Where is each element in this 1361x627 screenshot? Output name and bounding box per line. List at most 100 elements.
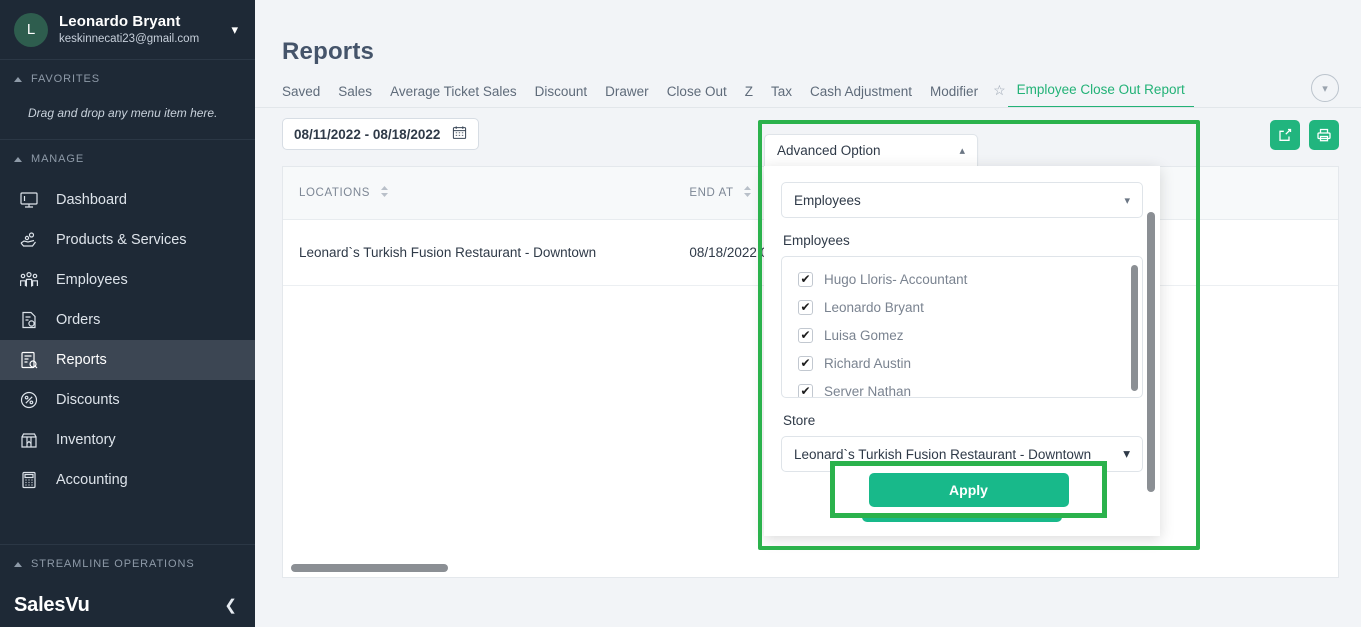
sidebar-item-label: Employees xyxy=(56,272,128,288)
tab-close-out[interactable]: Close Out xyxy=(658,84,736,108)
calendar-icon[interactable] xyxy=(452,125,467,143)
employee-name: Richard Austin xyxy=(824,356,911,371)
report-tabs: Saved Sales Average Ticket Sales Discoun… xyxy=(255,66,1361,108)
triangle-up-icon xyxy=(14,77,22,82)
app-root: L Leonardo Bryant keskinnecati23@gmail.c… xyxy=(0,0,1361,627)
tab-employee-close-out-report[interactable]: Employee Close Out Report xyxy=(1008,82,1194,108)
sidebar-item-dashboard[interactable]: Dashboard xyxy=(0,180,255,220)
sidebar-item-label: Discounts xyxy=(56,392,120,408)
checkbox[interactable]: ✔ xyxy=(798,328,813,343)
tab-average-ticket-sales[interactable]: Average Ticket Sales xyxy=(381,84,526,108)
chevron-down-icon[interactable]: ▾ xyxy=(231,22,241,38)
sidebar-item-label: Dashboard xyxy=(56,192,127,208)
store-label: Store xyxy=(783,413,1143,428)
tab-discount[interactable]: Discount xyxy=(526,84,597,108)
employee-name: Luisa Gomez xyxy=(824,328,904,343)
employee-name: Hugo Lloris- Accountant xyxy=(824,272,967,287)
star-outline-icon[interactable]: ☆ xyxy=(987,82,1008,108)
sidebar-item-label: Reports xyxy=(56,352,107,368)
order-document-icon xyxy=(18,309,40,331)
checkbox[interactable]: ✔ xyxy=(798,384,813,399)
employees-label: Employees xyxy=(783,233,1143,248)
chevron-left-icon[interactable]: ❮ xyxy=(224,596,237,614)
apply-button[interactable]: Apply xyxy=(869,473,1069,507)
report-search-icon xyxy=(18,349,40,371)
sidebar-user-header[interactable]: L Leonardo Bryant keskinnecati23@gmail.c… xyxy=(0,0,255,60)
filter-type-select[interactable]: Employees ▾ xyxy=(781,182,1143,218)
sidebar-section-favorites-label: FAVORITES xyxy=(31,73,100,85)
sidebar: L Leonardo Bryant keskinnecati23@gmail.c… xyxy=(0,0,255,627)
toolbar-actions xyxy=(1270,120,1339,150)
store-box-icon xyxy=(18,429,40,451)
sidebar-item-discounts[interactable]: Discounts xyxy=(0,380,255,420)
sidebar-item-reports[interactable]: Reports xyxy=(0,340,255,380)
avatar: L xyxy=(14,13,48,47)
chevron-down-icon: ▾ xyxy=(1123,446,1130,462)
sort-arrows-icon[interactable] xyxy=(380,185,389,201)
tab-sales[interactable]: Sales xyxy=(329,84,381,108)
sidebar-item-label: Orders xyxy=(56,312,100,328)
sidebar-item-orders[interactable]: Orders xyxy=(0,300,255,340)
filter-type-value: Employees xyxy=(794,193,861,208)
sort-arrows-icon[interactable] xyxy=(743,185,752,201)
employee-option[interactable]: ✔ Leonardo Bryant xyxy=(782,293,1142,321)
sidebar-section-favorites[interactable]: FAVORITES xyxy=(0,60,255,98)
sidebar-item-employees[interactable]: Employees xyxy=(0,260,255,300)
date-range-picker[interactable]: 08/11/2022 - 08/18/2022 xyxy=(282,118,479,150)
apply-button-highlight: Apply xyxy=(830,461,1107,518)
tab-drawer[interactable]: Drawer xyxy=(596,84,658,108)
employees-checkbox-list: ✔ Hugo Lloris- Accountant ✔ Leonardo Bry… xyxy=(781,256,1143,398)
people-icon xyxy=(18,269,40,291)
employees-list-scrollbar[interactable] xyxy=(1131,265,1138,391)
sidebar-item-inventory[interactable]: Inventory xyxy=(0,420,255,460)
sidebar-item-products-services[interactable]: Products & Services xyxy=(0,220,255,260)
tab-z[interactable]: Z xyxy=(736,84,762,108)
employee-option[interactable]: ✔ Luisa Gomez xyxy=(782,321,1142,349)
main-content: Reports Saved Sales Average Ticket Sales… xyxy=(255,0,1361,627)
tab-tax[interactable]: Tax xyxy=(762,84,801,108)
favorites-hint: Drag and drop any menu item here. xyxy=(0,98,255,139)
checkbox[interactable]: ✔ xyxy=(798,300,813,315)
cell-location: Leonard`s Turkish Fusion Restaurant - Do… xyxy=(283,219,673,285)
brand-logo: SalesVu xyxy=(14,594,90,617)
employee-option[interactable]: ✔ Hugo Lloris- Accountant xyxy=(782,265,1142,293)
user-name: Leonardo Bryant xyxy=(59,13,231,30)
sidebar-bottom: STREAMLINE OPERATIONS SalesVu ❮ xyxy=(0,544,255,627)
sidebar-section-manage-label: MANAGE xyxy=(31,153,84,165)
sidebar-section-streamline-label: STREAMLINE OPERATIONS xyxy=(31,558,195,570)
employee-option[interactable]: ✔ Server Nathan xyxy=(782,377,1142,398)
share-export-icon[interactable] xyxy=(1270,120,1300,150)
advanced-option-toggle[interactable]: Advanced Option ▴ xyxy=(764,134,978,167)
sidebar-item-accounting[interactable]: Accounting xyxy=(0,460,255,500)
column-header-locations[interactable]: LOCATIONS xyxy=(283,167,673,219)
column-header-label: END AT xyxy=(689,187,733,199)
sidebar-menu: Dashboard Products & Services xyxy=(0,178,255,500)
printer-icon[interactable] xyxy=(1309,120,1339,150)
sidebar-section-manage[interactable]: MANAGE xyxy=(0,140,255,178)
percent-circle-icon xyxy=(18,389,40,411)
store-value: Leonard`s Turkish Fusion Restaurant - Do… xyxy=(794,447,1091,462)
checkbox[interactable]: ✔ xyxy=(798,272,813,287)
tab-modifier[interactable]: Modifier xyxy=(921,84,987,108)
sidebar-section-streamline[interactable]: STREAMLINE OPERATIONS xyxy=(0,545,255,583)
chevron-down-circle-icon[interactable]: ▾ xyxy=(1311,74,1339,102)
tab-saved[interactable]: Saved xyxy=(282,84,329,108)
brand-bar: SalesVu ❮ xyxy=(0,583,255,627)
monitor-icon xyxy=(18,189,40,211)
page-title: Reports xyxy=(255,0,1361,66)
sidebar-item-label: Inventory xyxy=(56,432,116,448)
hand-products-icon xyxy=(18,229,40,251)
column-header-label: LOCATIONS xyxy=(299,187,370,199)
chevron-up-icon: ▴ xyxy=(959,144,965,157)
tab-cash-adjustment[interactable]: Cash Adjustment xyxy=(801,84,921,108)
user-email: keskinnecati23@gmail.com xyxy=(59,31,231,47)
checkbox[interactable]: ✔ xyxy=(798,356,813,371)
date-range-value: 08/11/2022 - 08/18/2022 xyxy=(294,127,440,142)
chevron-down-icon: ▾ xyxy=(1124,194,1130,207)
triangle-up-icon xyxy=(14,157,22,162)
advanced-option-toggle-label: Advanced Option xyxy=(777,143,881,158)
employee-option[interactable]: ✔ Richard Austin xyxy=(782,349,1142,377)
advanced-panel-scrollbar[interactable] xyxy=(1147,212,1155,492)
horizontal-scrollbar[interactable] xyxy=(291,564,448,572)
sidebar-item-label: Accounting xyxy=(56,472,128,488)
